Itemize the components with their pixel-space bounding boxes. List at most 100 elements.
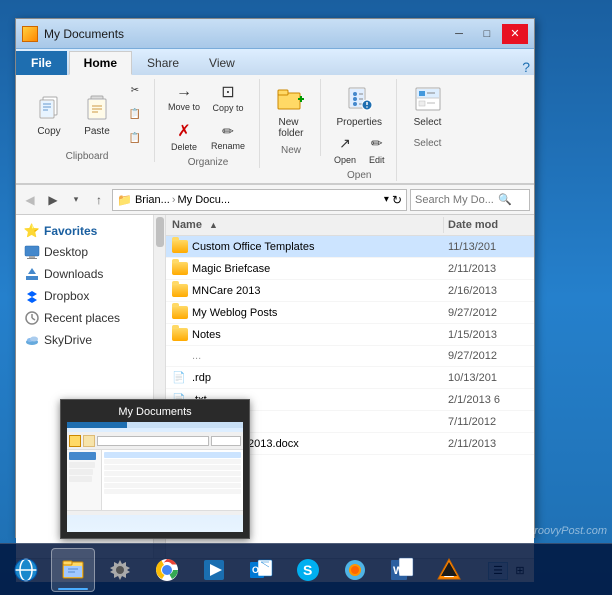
- new-group-label: New: [281, 143, 301, 156]
- minimize-button[interactable]: ─: [446, 24, 472, 44]
- properties-icon: [343, 83, 375, 115]
- open-button[interactable]: ↗ Open: [329, 132, 361, 168]
- col-date-label: Date mod: [448, 219, 498, 231]
- address-dropdown-icon[interactable]: ▾: [384, 194, 389, 205]
- dropbox-label: Dropbox: [44, 289, 89, 303]
- breadcrumb-part1: Brian...: [135, 194, 170, 206]
- taskbar-explorer[interactable]: [51, 548, 95, 592]
- clipboard-small-buttons: ✂ 📋 📋: [122, 79, 148, 149]
- properties-label: Properties: [336, 117, 382, 128]
- taskbar-vlc[interactable]: [427, 548, 471, 592]
- downloads-label: Downloads: [44, 267, 103, 281]
- refresh-icon[interactable]: ↻: [392, 193, 402, 207]
- file-row-2-name: MNCare 2013: [166, 282, 444, 299]
- ribbon-help-icon[interactable]: ?: [522, 59, 530, 75]
- taskbar-firefox[interactable]: [333, 548, 377, 592]
- search-bar[interactable]: 🔍: [410, 189, 530, 211]
- taskbar-outlook[interactable]: O: [239, 548, 283, 592]
- desktop-icon: [24, 244, 40, 260]
- sidebar-item-recent[interactable]: Recent places: [16, 307, 165, 329]
- taskbar-settings[interactable]: [98, 548, 142, 592]
- copy-path-icon: 📋: [127, 106, 143, 122]
- taskbar-media[interactable]: [192, 548, 236, 592]
- ribbon-group-open: Properties ↗ Open ✏ Edit Open: [323, 79, 397, 181]
- file-row-0-name: Custom Office Templates: [166, 238, 444, 255]
- file-row-3-name: My Weblog Posts: [166, 304, 444, 321]
- col-name: Name ▲: [166, 217, 444, 233]
- file-row-2[interactable]: MNCare 2013 2/16/2013: [166, 280, 534, 302]
- edit-button[interactable]: ✏ Edit: [364, 132, 390, 168]
- new-folder-icon: [275, 83, 307, 115]
- sidebar-item-dropbox[interactable]: Dropbox: [16, 285, 165, 307]
- select-group-label: Select: [414, 136, 442, 149]
- cut-button[interactable]: ✂: [122, 79, 148, 101]
- dropbox-icon: [24, 288, 40, 304]
- edit-icon: ✏: [371, 135, 383, 152]
- ribbon-group-organize: → Move to ⊡ Copy to ✗ Delete ✏: [157, 79, 260, 168]
- copy-button[interactable]: Copy: [26, 88, 72, 141]
- close-button[interactable]: ✕: [502, 24, 528, 44]
- file-row-0[interactable]: Custom Office Templates 11/13/201: [166, 236, 534, 258]
- tab-view[interactable]: View: [194, 51, 250, 75]
- sidebar-item-skydrive[interactable]: SkyDrive: [16, 329, 165, 351]
- sidebar-item-favorites[interactable]: ⭐ Favorites: [16, 219, 165, 241]
- properties-button[interactable]: Properties: [329, 79, 389, 132]
- file-list-header: Name ▲ Date mod: [166, 215, 534, 236]
- thumb-preview[interactable]: [67, 422, 243, 532]
- paste-shortcut-button[interactable]: 📋: [122, 127, 148, 149]
- delete-button[interactable]: ✗ Delete: [163, 118, 205, 155]
- address-bar[interactable]: 📁 Brian... › My Docu... ▾ ↻: [112, 189, 407, 211]
- sidebar-item-downloads[interactable]: Downloads: [16, 263, 165, 285]
- back-button[interactable]: ◀: [20, 190, 40, 210]
- window-icon: [22, 26, 38, 42]
- svg-text:S: S: [303, 562, 312, 578]
- copy-path-button[interactable]: 📋: [122, 103, 148, 125]
- svg-text:O: O: [252, 565, 259, 575]
- open-group-label: Open: [347, 168, 371, 181]
- taskbar-ie[interactable]: [4, 548, 48, 592]
- copy-to-button[interactable]: ⊡ Copy to: [207, 79, 249, 116]
- file-row-1-name: Magic Briefcase: [166, 260, 444, 277]
- address-folder-icon: 📁: [117, 193, 132, 207]
- move-to-button[interactable]: → Move to: [163, 80, 205, 115]
- folder-icon-1: [172, 262, 188, 275]
- file-row-4[interactable]: Notes 1/15/2013: [166, 324, 534, 346]
- file-row-3[interactable]: My Weblog Posts 9/27/2012: [166, 302, 534, 324]
- taskbar-word[interactable]: W: [380, 548, 424, 592]
- ribbon-content: Copy: [16, 75, 534, 184]
- favorites-label: Favorites: [44, 224, 97, 238]
- maximize-button[interactable]: □: [474, 24, 500, 44]
- clipboard-main-buttons: Copy: [26, 79, 148, 149]
- search-input[interactable]: [415, 194, 495, 206]
- rename-button[interactable]: ✏ Rename: [207, 120, 249, 154]
- desktop-label: Desktop: [44, 245, 88, 259]
- taskbar-skype[interactable]: S: [286, 548, 330, 592]
- recent-button[interactable]: ▾: [66, 190, 86, 210]
- file-row-7-date: 2/1/2013 6: [444, 392, 534, 408]
- file-row-5[interactable]: ... 9/27/2012: [166, 346, 534, 367]
- window-title: My Documents: [44, 27, 124, 41]
- folder-icon-0: [172, 240, 188, 253]
- tab-file[interactable]: File: [16, 51, 67, 75]
- sidebar-item-desktop[interactable]: Desktop: [16, 241, 165, 263]
- taskbar: O S W: [0, 543, 612, 595]
- taskbar-chrome[interactable]: [145, 548, 189, 592]
- paste-button[interactable]: Paste: [74, 88, 120, 141]
- folder-icon-4: [172, 328, 188, 341]
- thumb-title: My Documents: [67, 406, 243, 418]
- col-name-label: Name: [172, 219, 202, 231]
- tab-share[interactable]: Share: [132, 51, 194, 75]
- file-row-5-name: ...: [166, 348, 444, 364]
- forward-button[interactable]: ▶: [43, 190, 63, 210]
- tab-home[interactable]: Home: [69, 51, 132, 75]
- file-row-5-date: 9/27/2012: [444, 348, 534, 364]
- select-button[interactable]: Select: [405, 79, 451, 132]
- file-row-1[interactable]: Magic Briefcase 2/11/2013: [166, 258, 534, 280]
- new-folder-button[interactable]: Newfolder: [268, 79, 314, 143]
- up-button[interactable]: ↑: [89, 190, 109, 210]
- ribbon-group-clipboard: Copy: [20, 79, 155, 162]
- file-row-6[interactable]: 📄 .rdp 10/13/201: [166, 367, 534, 389]
- open-icon: ↗: [339, 135, 351, 152]
- address-breadcrumb: Brian... › My Docu...: [135, 194, 230, 206]
- breadcrumb-part2: My Docu...: [177, 194, 230, 206]
